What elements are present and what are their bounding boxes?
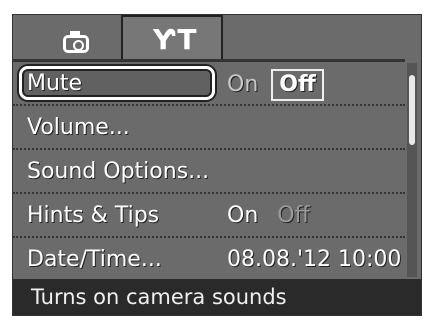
menu-item-label: Volume... [27, 115, 130, 140]
menu-item-label: Sound Options... [27, 159, 210, 184]
hints-option-off[interactable]: Off [271, 202, 315, 230]
scrollbar-thumb[interactable] [409, 75, 415, 145]
menu-item-label: Hints & Tips [27, 203, 160, 228]
menu-item-label: Date/Time... [27, 247, 162, 272]
mute-option-on[interactable]: On [221, 71, 264, 99]
mute-option-off[interactable]: Off [271, 69, 324, 101]
camera-settings-screen: ƳT Mute On Off Volume... Sound Options..… [12, 14, 422, 316]
menu-item-volume[interactable]: Volume... [13, 106, 405, 150]
menu-item-mute[interactable]: Mute On Off [13, 62, 405, 106]
tab-setup[interactable]: ƳT [121, 15, 223, 61]
menu-item-date-time[interactable]: Date/Time... 08.08.'12 10:00 [13, 238, 405, 282]
menu-item-label: Mute [27, 71, 83, 96]
menu-item-sound-options[interactable]: Sound Options... [13, 150, 405, 194]
tab-bar: ƳT [13, 15, 421, 61]
hints-options: On Off [221, 203, 316, 230]
settings-menu: Mute On Off Volume... Sound Options... H… [13, 59, 405, 282]
hints-option-on[interactable]: On [221, 202, 264, 230]
tab-shooting[interactable] [41, 21, 109, 59]
camera-icon [63, 31, 89, 53]
menu-item-hints-tips[interactable]: Hints & Tips On Off [13, 194, 405, 238]
hint-bar: Turns on camera sounds [13, 279, 421, 315]
mute-options: On Off [221, 69, 324, 101]
hint-text: Turns on camera sounds [31, 285, 287, 309]
date-time-value: 08.08.'12 10:00 [227, 247, 402, 272]
setup-tools-icon: ƳT [153, 23, 199, 56]
